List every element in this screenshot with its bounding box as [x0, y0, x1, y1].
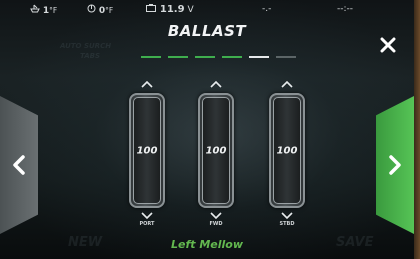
- tank-fwd-up-button[interactable]: [209, 80, 223, 88]
- close-icon: [380, 37, 396, 53]
- tank-port: 100 PORT: [127, 80, 167, 227]
- status-bar: 1°F 0°F 11.9 V -.- --:--: [0, 0, 414, 20]
- ghost-label-tabs: TABS: [80, 52, 101, 60]
- page-dot: [168, 56, 188, 58]
- next-page-button[interactable]: [376, 96, 414, 234]
- tank-stbd: 100 STBD: [267, 80, 307, 227]
- tank-port-up-button[interactable]: [140, 80, 154, 88]
- battery-icon: [146, 4, 156, 12]
- battery-value: 11.9: [159, 4, 185, 15]
- clock: --:--: [337, 4, 354, 14]
- tank-fwd: 100 FWD: [196, 80, 236, 227]
- tank-port-label: PORT: [139, 221, 155, 227]
- tank-fwd-value: 100: [205, 145, 227, 156]
- close-button[interactable]: [378, 36, 398, 56]
- battery-unit: V: [187, 5, 194, 15]
- air-temp: 0°F: [87, 4, 113, 16]
- tank-stbd-value: 100: [276, 145, 298, 156]
- chevron-left-icon: [13, 155, 25, 175]
- page-dot: [141, 56, 161, 58]
- tank-port-value: 100: [136, 145, 158, 156]
- tank-stbd-label: STBD: [279, 221, 295, 227]
- tank-stbd-slider[interactable]: 100: [269, 93, 305, 208]
- status-field-empty: -.-: [262, 4, 272, 14]
- chevron-right-icon: [389, 155, 401, 175]
- page-dot: [222, 56, 242, 58]
- tank-fwd-label: FWD: [209, 221, 223, 227]
- water-temp: 1°F: [30, 4, 57, 16]
- tank-stbd-down-button[interactable]: [280, 212, 294, 220]
- tank-port-slider[interactable]: 100: [129, 93, 165, 208]
- preset-name: Left Mellow: [170, 238, 243, 251]
- tank-fwd-down-button[interactable]: [209, 212, 223, 220]
- page-dot: [195, 56, 215, 58]
- ghost-label-auto-surch: AUTO SURCH: [60, 42, 112, 50]
- page-title: BALLAST: [167, 22, 247, 40]
- tank-port-down-button[interactable]: [140, 212, 154, 220]
- battery-voltage: 11.9 V: [146, 4, 194, 15]
- page-dot: [249, 56, 269, 58]
- previous-page-button[interactable]: [0, 96, 38, 234]
- air-temp-unit: °F: [105, 6, 114, 15]
- boat-icon: [30, 4, 40, 13]
- tank-fwd-slider[interactable]: 100: [198, 93, 234, 208]
- thermometer-icon: [87, 4, 96, 13]
- tank-stbd-up-button[interactable]: [280, 80, 294, 88]
- water-temp-unit: °F: [49, 6, 58, 15]
- screen-edge: [414, 0, 420, 259]
- page-dot: [276, 56, 296, 58]
